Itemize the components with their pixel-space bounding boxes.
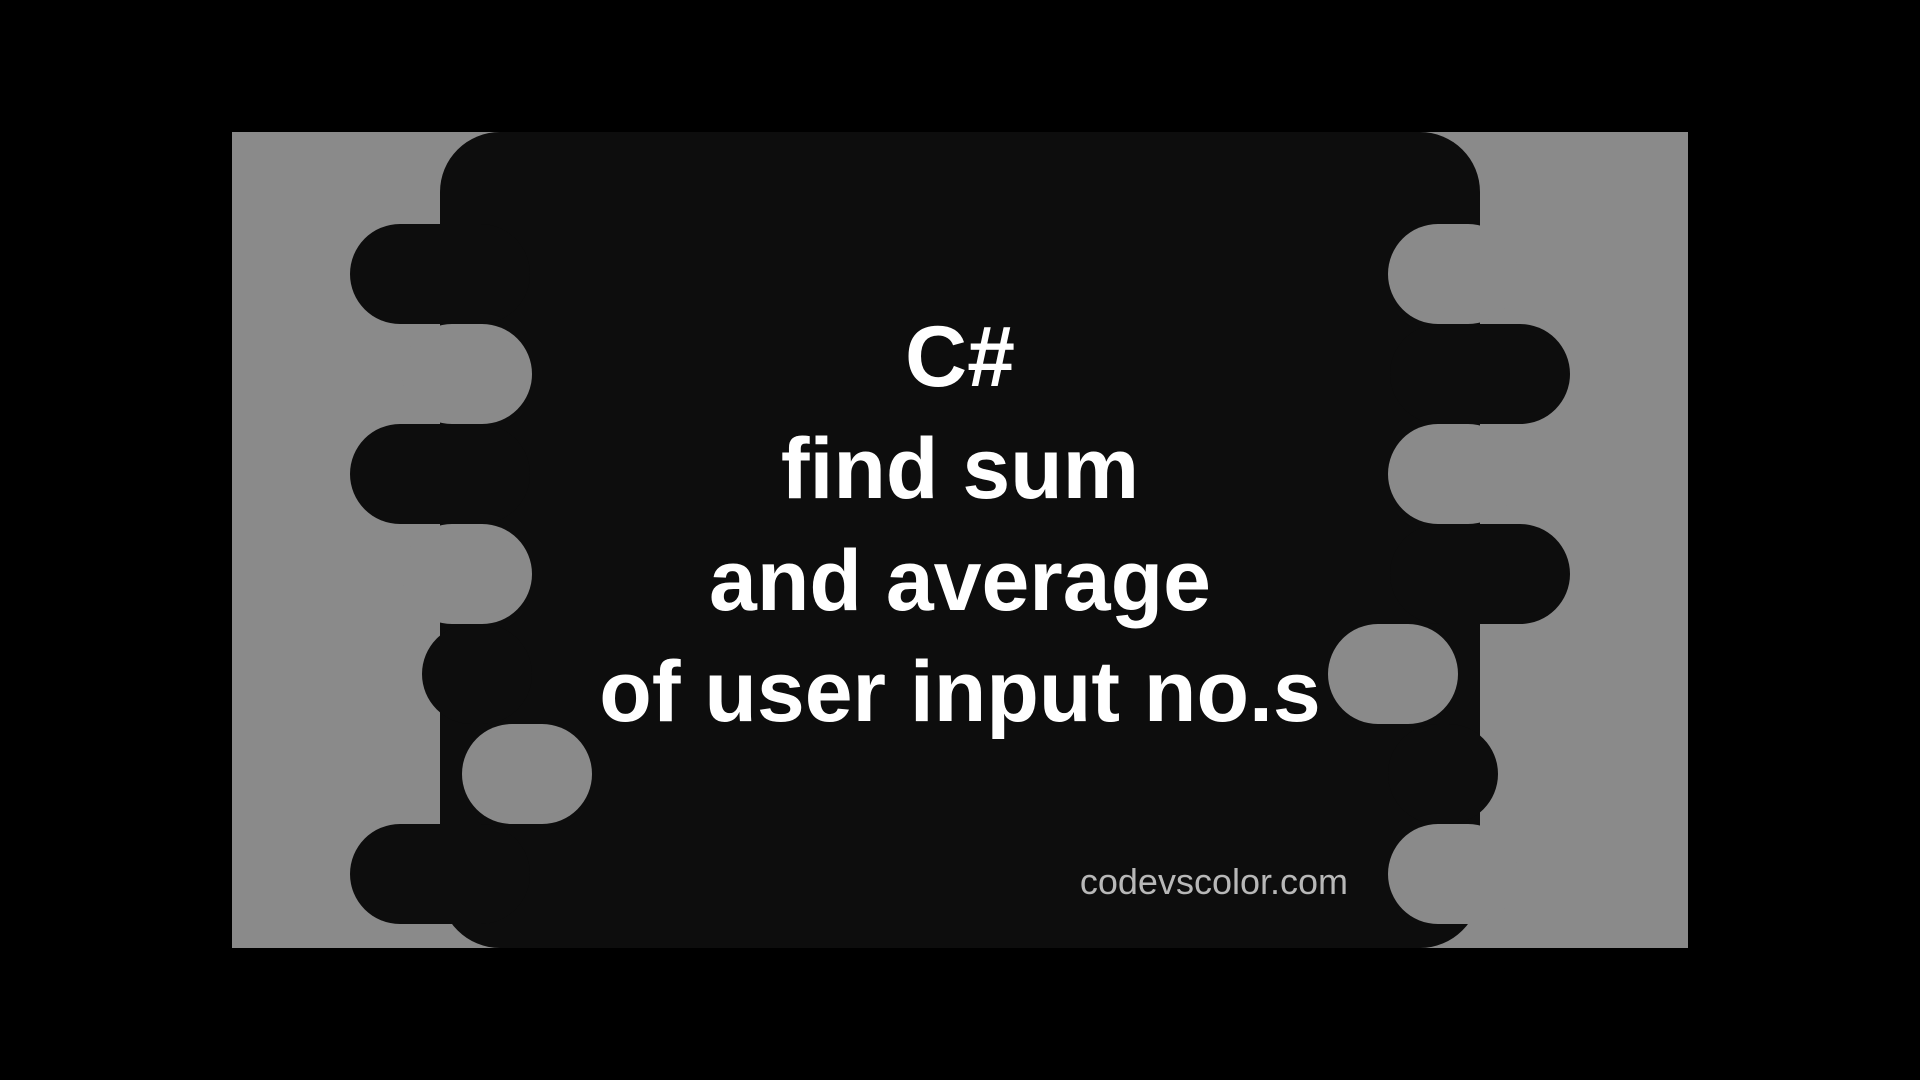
title-line-3: and average xyxy=(232,526,1688,638)
title-line-4: of user input no.s xyxy=(232,637,1688,749)
banner-container: C# find sum and average of user input no… xyxy=(232,132,1688,948)
shape-notch xyxy=(1388,824,1518,924)
title-text: C# find sum and average of user input no… xyxy=(232,302,1688,749)
title-line-2: find sum xyxy=(232,414,1688,526)
watermark: codevscolor.com xyxy=(1080,861,1348,903)
title-line-1: C# xyxy=(232,302,1688,414)
shape-bump xyxy=(350,824,530,924)
